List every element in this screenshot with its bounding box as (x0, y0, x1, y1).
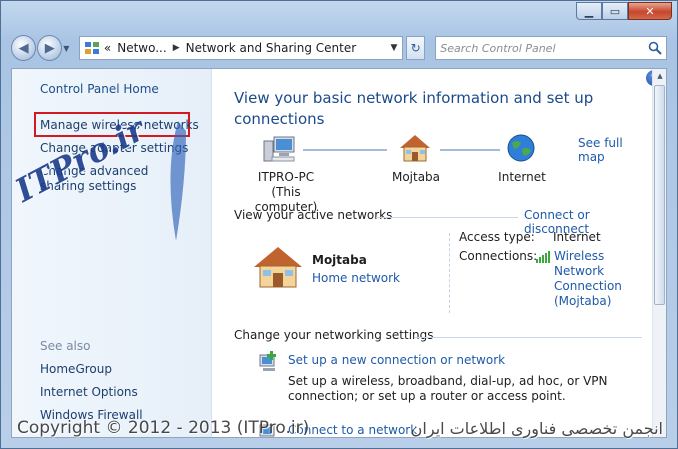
address-dropdown-icon[interactable]: ▼ (386, 43, 402, 53)
map-link-line (440, 149, 500, 151)
main-pane: ? View your basic network information an… (212, 69, 662, 437)
see-also-heading: See also (40, 339, 91, 353)
section-divider (376, 217, 518, 218)
address-bar[interactable]: « Netwo... ▶ Network and Sharing Center … (78, 36, 403, 60)
scrollbar-thumb[interactable] (654, 85, 665, 305)
network-globe-icon (84, 42, 99, 54)
search-icon[interactable] (648, 41, 662, 55)
see-full-map-link[interactable]: See full map (578, 136, 652, 164)
navigation-bar: ◀ ▶ ▼ « Netwo... ▶ Network and Sharing C… (11, 34, 667, 62)
map-node-internet[interactable]: Internet (497, 170, 547, 185)
window-frame: ▁ ▭ ✕ ◀ ▶ ▼ « Netwo... ▶ Network and Sha… (0, 0, 678, 449)
maximize-button[interactable]: ▭ (602, 2, 628, 20)
access-type-value: Internet (553, 230, 601, 244)
back-button[interactable]: ◀ (11, 35, 37, 61)
control-panel-home-link[interactable]: Control Panel Home (40, 82, 159, 97)
new-connection-icon (259, 351, 276, 371)
internet-globe-icon (507, 134, 535, 162)
active-network-name: Mojtaba (312, 253, 367, 267)
search-input[interactable] (440, 41, 648, 55)
map-link-line (303, 149, 387, 151)
caption-buttons: ▁ ▭ ✕ (576, 2, 672, 20)
vertical-scrollbar[interactable]: ▲ (652, 69, 666, 437)
setup-connection-description: Set up a wireless, broadband, dial-up, a… (288, 374, 608, 403)
homegroup-link[interactable]: HomeGroup (40, 362, 112, 377)
forward-button[interactable]: ▶ (37, 35, 63, 61)
minimize-button[interactable]: ▁ (576, 2, 602, 20)
page-title: View your basic network information and … (234, 89, 594, 128)
breadcrumb-prefix[interactable]: « (104, 41, 111, 55)
active-networks-label: View your active networks (234, 208, 393, 222)
watermark-footer: Copyright © 2012 - 2013 (ITPro.ir) انجمن… (1, 413, 678, 443)
wireless-connection-link[interactable]: Wireless Network Connection (Mojtaba) (554, 249, 654, 309)
breadcrumb-separator-icon[interactable]: ▶ (173, 43, 180, 53)
connections-label: Connections: (459, 249, 538, 263)
forward-arrow-icon: ▶ (44, 40, 55, 56)
breadcrumb-network[interactable]: Netwo... (117, 41, 166, 55)
change-settings-label: Change your networking settings (234, 328, 434, 342)
watermark-persian-text: انجمن تخصصی فناوری اطلاعات ایران (410, 418, 663, 438)
access-type-label: Access type: (459, 230, 535, 244)
breadcrumb-network-sharing-center[interactable]: Network and Sharing Center (186, 41, 357, 55)
computer-name: ITPRO-PC (257, 170, 315, 184)
watermark-copyright: Copyright © 2012 - 2013 (ITPro.ir) (17, 418, 310, 438)
network-type-link[interactable]: Home network (312, 271, 400, 285)
watermark-swoosh (170, 121, 186, 241)
search-box[interactable] (435, 36, 667, 60)
map-node-network[interactable]: Mojtaba (386, 170, 446, 185)
close-button[interactable]: ✕ (628, 2, 672, 20)
section-divider (414, 337, 642, 338)
refresh-button[interactable]: ↻ (405, 36, 426, 60)
back-arrow-icon: ◀ (18, 40, 29, 56)
wireless-signal-icon (536, 251, 550, 263)
internet-options-link[interactable]: Internet Options (40, 385, 138, 400)
home-network-large-icon (254, 247, 302, 288)
computer-icon (263, 136, 295, 162)
scroll-up-icon[interactable]: ▲ (653, 69, 666, 83)
setup-connection-link[interactable]: Set up a new connection or network (288, 353, 505, 367)
recent-pages-dropdown[interactable]: ▼ (63, 44, 73, 53)
refresh-icon: ↻ (410, 41, 421, 55)
home-network-icon (400, 135, 430, 162)
properties-divider (449, 233, 450, 313)
